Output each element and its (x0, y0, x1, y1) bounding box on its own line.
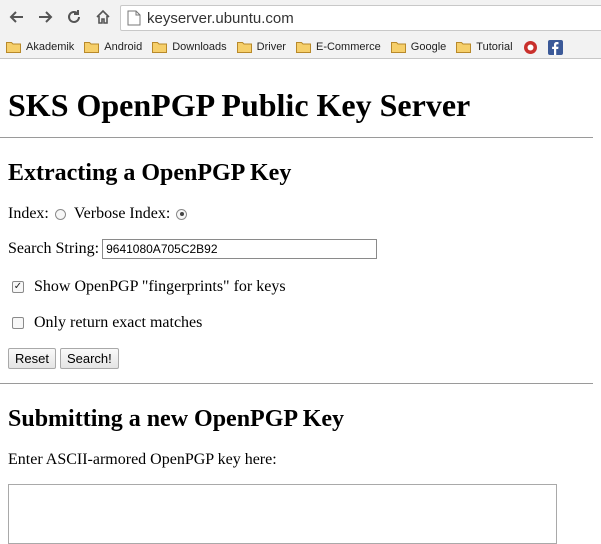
forward-arrow-icon[interactable] (34, 6, 56, 28)
reload-icon[interactable] (63, 6, 85, 28)
exact-option: Only return exact matches (8, 313, 593, 333)
folder-icon (295, 42, 311, 53)
reset-button[interactable]: Reset (8, 348, 56, 369)
bookmark-android[interactable]: Android (84, 41, 142, 53)
folder-icon (152, 42, 168, 53)
page-content: SKS OpenPGP Public Key Server Extracting… (0, 85, 601, 544)
index-radio[interactable] (54, 208, 66, 220)
bookmark-label: Tutorial (476, 41, 513, 53)
folder-icon (6, 42, 21, 53)
facebook-icon[interactable] (547, 39, 563, 55)
fingerprint-option: ✓ Show OpenPGP "fingerprints" for keys (8, 277, 593, 297)
address-bar[interactable]: keyserver.ubuntu.com (120, 5, 601, 31)
index-label: Index: (8, 205, 49, 222)
bookmark-label: E-Commerce (315, 41, 381, 53)
index-options: Index: Verbose Index: (8, 204, 593, 224)
folder-icon (236, 42, 252, 53)
divider (0, 137, 593, 138)
back-arrow-icon[interactable] (6, 6, 28, 28)
browser-toolbar: keyserver.ubuntu.com (0, 0, 601, 36)
folder-icon (390, 42, 406, 53)
search-input[interactable] (102, 239, 378, 259)
bookmark-label: Google (410, 41, 447, 53)
bookmark-label: Android (104, 41, 143, 53)
bookmark-akademik[interactable]: Akademik (6, 41, 74, 53)
bookmark-downloads[interactable]: Downloads (152, 41, 227, 53)
submit-heading: Submitting a new OpenPGP Key (8, 406, 345, 432)
key-textarea[interactable] (8, 484, 557, 544)
verbose-index-label: Verbose Index: (73, 205, 171, 222)
extract-heading: Extracting a OpenPGP Key (8, 160, 292, 186)
form-buttons: Reset Search! (8, 348, 593, 369)
key-entry-label: Enter ASCII-armored OpenPGP key here: (8, 451, 277, 468)
bookmark-label: Akademik (26, 41, 75, 53)
page-title: SKS OpenPGP Public Key Server (8, 87, 471, 123)
page-icon (127, 10, 141, 26)
bookmark-tutorial[interactable]: Tutorial (456, 41, 513, 53)
fingerprint-checkbox[interactable]: ✓ (12, 281, 24, 293)
search-string-label: Search String: (8, 240, 100, 257)
bookmark-label: Downloads (172, 41, 227, 53)
app-favicon-icon[interactable] (523, 40, 538, 55)
fingerprint-label: Show OpenPGP "fingerprints" for keys (34, 278, 286, 295)
bookmarks-bar: Akademik Android Downloads Driver E-Comm… (0, 36, 601, 59)
url-text: keyserver.ubuntu.com (147, 9, 294, 27)
bookmark-driver[interactable]: Driver (236, 41, 286, 53)
search-button[interactable]: Search! (59, 348, 119, 369)
folder-icon (84, 42, 100, 53)
exact-match-label: Only return exact matches (34, 314, 203, 331)
folder-icon (456, 42, 472, 53)
bookmark-label: Driver (256, 41, 286, 53)
search-row: Search String: (8, 239, 593, 259)
divider (0, 383, 593, 384)
home-icon[interactable] (92, 6, 114, 28)
bookmark-e-commerce[interactable]: E-Commerce (295, 41, 381, 53)
exact-match-checkbox[interactable] (12, 317, 24, 329)
bookmark-google[interactable]: Google (390, 41, 447, 53)
verbose-index-radio[interactable] (176, 208, 188, 220)
